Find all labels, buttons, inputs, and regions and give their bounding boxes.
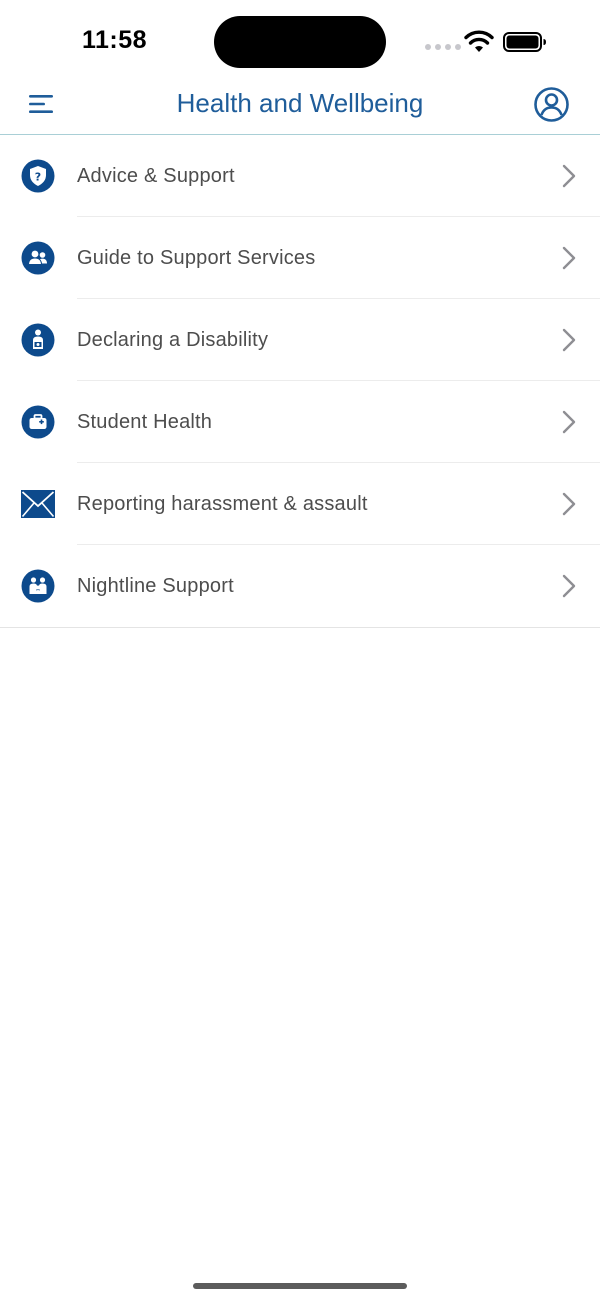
menu-item-student-health[interactable]: Student Health	[0, 381, 600, 463]
menu-item-label: Nightline Support	[77, 574, 234, 597]
battery-icon	[503, 32, 546, 52]
envelope-icon	[21, 490, 55, 518]
shield-question-icon: ?	[21, 159, 55, 193]
chevron-right-icon	[562, 164, 576, 188]
menu-item-label: Reporting harassment & assault	[77, 492, 368, 515]
menu-item-advice-support[interactable]: ? Advice & Support	[0, 135, 600, 217]
family-support-icon	[21, 569, 55, 603]
wifi-icon	[464, 30, 494, 52]
home-indicator[interactable]	[193, 1283, 407, 1289]
menu-item-declaring-disability[interactable]: Declaring a Disability	[0, 299, 600, 381]
user-profile-icon[interactable]	[533, 86, 570, 123]
medical-bag-icon	[21, 405, 55, 439]
chevron-right-icon	[562, 410, 576, 434]
page-title: Health and Wellbeing	[176, 88, 424, 118]
people-group-icon	[21, 241, 55, 275]
chevron-right-icon	[562, 328, 576, 352]
chevron-right-icon	[562, 492, 576, 516]
menu-item-label: Declaring a Disability	[77, 328, 269, 351]
status-bar: 11:58	[0, 0, 600, 80]
menu-item-guide-support-services[interactable]: Guide to Support Services	[0, 217, 600, 299]
nav-header: Health and Wellbeing	[0, 80, 600, 135]
menu-list: ? Advice & Support Guide to Support Serv…	[0, 135, 600, 628]
menu-item-label: Advice & Support	[77, 164, 235, 187]
cellular-signal-icon	[425, 44, 461, 50]
menu-item-label: Guide to Support Services	[77, 246, 316, 269]
menu-item-label: Student Health	[77, 410, 213, 433]
app-screen: 11:58 Health and Wellbeing ? Advice & Su…	[0, 0, 600, 1299]
menu-item-nightline-support[interactable]: Nightline Support	[0, 545, 600, 627]
disability-person-icon	[21, 323, 55, 357]
dynamic-island	[214, 16, 386, 68]
svg-text:?: ?	[35, 171, 41, 184]
menu-item-reporting-harassment[interactable]: Reporting harassment & assault	[0, 463, 600, 545]
chevron-right-icon	[562, 574, 576, 598]
chevron-right-icon	[562, 246, 576, 270]
status-time: 11:58	[82, 26, 148, 54]
